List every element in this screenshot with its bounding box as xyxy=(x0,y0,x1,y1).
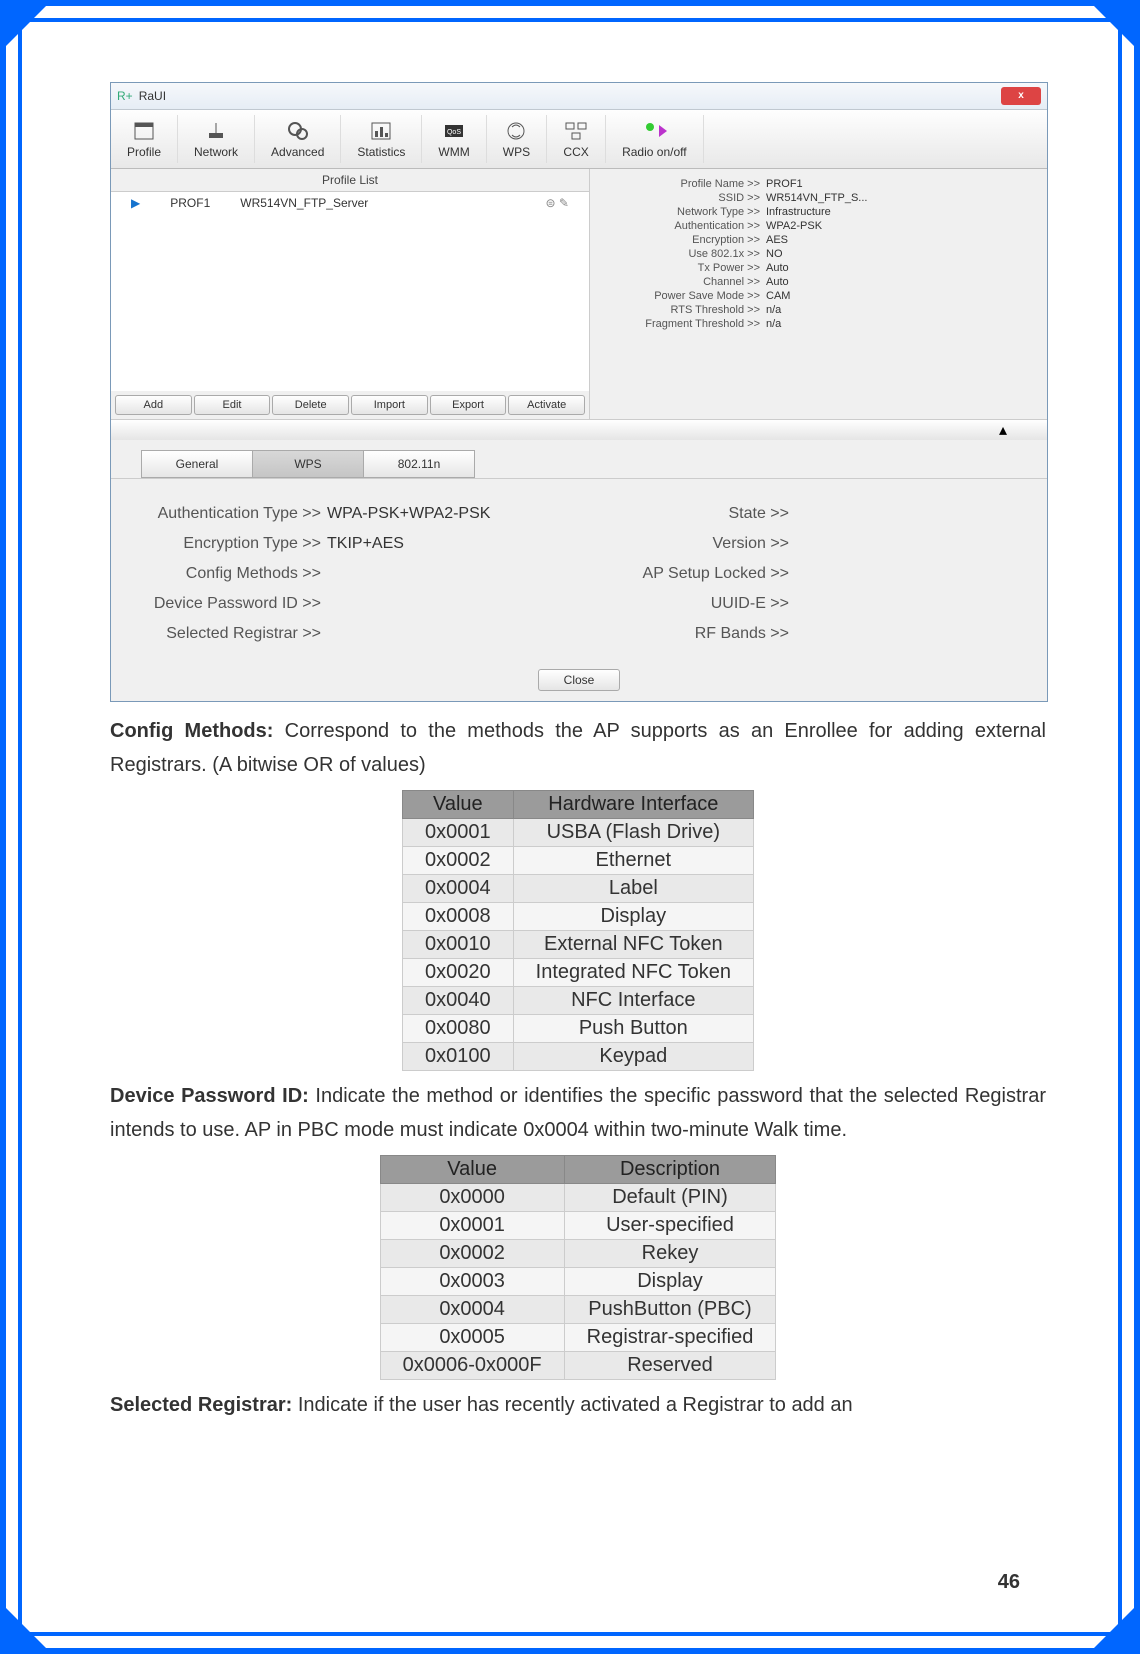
table-header: Description xyxy=(564,1156,776,1184)
collapse-bar[interactable]: ▴ xyxy=(111,419,1047,440)
detail-row: Power Save Mode >>CAM xyxy=(600,289,1037,303)
tab-ccx[interactable]: CCX xyxy=(547,115,606,163)
profile-list-header: Profile List xyxy=(111,169,589,192)
page-number: 46 xyxy=(998,1571,1020,1594)
table-row: 0x0040NFC Interface xyxy=(403,987,754,1015)
close-button[interactable]: Close xyxy=(538,669,620,691)
table-row: 0x0005Registrar-specified xyxy=(380,1324,776,1352)
tab-statistics[interactable]: Statistics xyxy=(341,115,422,163)
app-icon: R+ xyxy=(117,89,133,103)
profile-list-item[interactable]: ▶ PROF1 WR514VN_FTP_Server ⊜ ✎ xyxy=(131,196,569,210)
table-row: 0x0004Label xyxy=(403,875,754,903)
table-row: 0x0008Display xyxy=(403,903,754,931)
detail-row: RTS Threshold >>n/a xyxy=(600,303,1037,317)
table-row: 0x0002Rekey xyxy=(380,1240,776,1268)
profile-details: Profile Name >>PROF1SSID >>WR514VN_FTP_S… xyxy=(590,169,1047,419)
tab-wps[interactable]: WPS xyxy=(487,115,547,163)
detail-row: SSID >>WR514VN_FTP_S... xyxy=(600,191,1037,205)
delete-button[interactable]: Delete xyxy=(272,395,349,415)
device-password-table: ValueDescription0x0000Default (PIN)0x000… xyxy=(380,1155,777,1380)
paragraph-device-password: Device Password ID: Indicate the method … xyxy=(110,1079,1046,1147)
detail-row: Authentication >>WPA2-PSK xyxy=(600,219,1037,233)
tab-wmm[interactable]: QoSWMM xyxy=(422,115,486,163)
table-header: Hardware Interface xyxy=(513,791,753,819)
table-row: 0x0100Keypad xyxy=(403,1043,754,1071)
active-marker-icon: ▶ xyxy=(131,196,140,210)
table-header: Value xyxy=(380,1156,564,1184)
profile-ssid: WR514VN_FTP_Server xyxy=(240,196,368,210)
wps-row: RF Bands >> xyxy=(619,619,1007,649)
paragraph-config-methods: Config Methods: Correspond to the method… xyxy=(110,714,1046,782)
table-row: 0x0006-0x000FReserved xyxy=(380,1352,776,1380)
detail-row: Use 802.1x >>NO xyxy=(600,247,1037,261)
add-button[interactable]: Add xyxy=(115,395,192,415)
wps-row: Config Methods >> xyxy=(151,559,539,589)
profile-list-panel: Profile List ▶ PROF1 WR514VN_FTP_Server … xyxy=(111,169,590,419)
detail-row: Tx Power >>Auto xyxy=(600,261,1037,275)
wps-row: Selected Registrar >> xyxy=(151,619,539,649)
wps-row: UUID-E >> xyxy=(619,589,1007,619)
table-row: 0x0003Display xyxy=(380,1268,776,1296)
profile-name: PROF1 xyxy=(170,196,210,210)
table-row: 0x0000Default (PIN) xyxy=(380,1184,776,1212)
table-row: 0x0002Ethernet xyxy=(403,847,754,875)
detail-row: Network Type >>Infrastructure xyxy=(600,205,1037,219)
table-row: 0x0001USBA (Flash Drive) xyxy=(403,819,754,847)
app-window: R+ RaUI x Profile Network Advanced Statis… xyxy=(110,82,1048,702)
profile-buttons: Add Edit Delete Import Export Activate xyxy=(111,391,589,419)
close-icon[interactable]: x xyxy=(1001,87,1041,105)
table-row: 0x0001User-specified xyxy=(380,1212,776,1240)
tab-radio[interactable]: Radio on/off xyxy=(606,115,704,163)
app-title: RaUI xyxy=(139,89,166,103)
activate-button[interactable]: Activate xyxy=(508,395,585,415)
edit-button[interactable]: Edit xyxy=(194,395,271,415)
wps-row: Authentication Type >>WPA-PSK+WPA2-PSK xyxy=(151,499,539,529)
subtab-wps[interactable]: WPS xyxy=(252,450,364,478)
detail-row: Fragment Threshold >>n/a xyxy=(600,317,1037,331)
wps-row: State >> xyxy=(619,499,1007,529)
table-row: 0x0010External NFC Token xyxy=(403,931,754,959)
main-toolbar: Profile Network Advanced Statistics QoSW… xyxy=(111,110,1047,169)
table-row: 0x0020Integrated NFC Token xyxy=(403,959,754,987)
svg-text:QoS: QoS xyxy=(447,129,461,136)
tab-profile[interactable]: Profile xyxy=(111,115,178,163)
tab-advanced[interactable]: Advanced xyxy=(255,115,341,163)
titlebar: R+ RaUI x xyxy=(111,83,1047,110)
table-row: 0x0004PushButton (PBC) xyxy=(380,1296,776,1324)
export-button[interactable]: Export xyxy=(430,395,507,415)
paragraph-selected-registrar: Selected Registrar: Indicate if the user… xyxy=(110,1388,1046,1422)
table-row: 0x0080Push Button xyxy=(403,1015,754,1043)
collapse-icon: ▴ xyxy=(999,422,1007,439)
subtab-80211n[interactable]: 802.11n xyxy=(363,450,475,478)
wps-row: AP Setup Locked >> xyxy=(619,559,1007,589)
wps-panel: Authentication Type >>WPA-PSK+WPA2-PSKEn… xyxy=(111,478,1047,659)
wps-row: Device Password ID >> xyxy=(151,589,539,619)
detail-row: Profile Name >>PROF1 xyxy=(600,177,1037,191)
subtab-general[interactable]: General xyxy=(141,450,253,478)
table-header: Value xyxy=(403,791,514,819)
detail-row: Channel >>Auto xyxy=(600,275,1037,289)
import-button[interactable]: Import xyxy=(351,395,428,415)
detail-row: Encryption >>AES xyxy=(600,233,1037,247)
wps-row: Encryption Type >>TKIP+AES xyxy=(151,529,539,559)
signal-icon: ⊜ ✎ xyxy=(546,196,569,210)
tab-network[interactable]: Network xyxy=(178,115,255,163)
wps-row: Version >> xyxy=(619,529,1007,559)
config-methods-table: ValueHardware Interface0x0001USBA (Flash… xyxy=(402,790,754,1071)
